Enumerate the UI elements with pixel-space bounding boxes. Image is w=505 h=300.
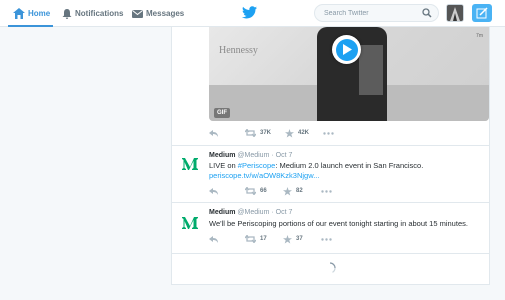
more-icon bbox=[321, 189, 332, 193]
tweet: Medium @Medium · Oct 7 LIVE on #Periscop… bbox=[172, 148, 489, 203]
author-name[interactable]: Medium bbox=[209, 152, 235, 159]
more-button[interactable] bbox=[321, 237, 336, 241]
tweet-text: LIVE on #Periscope: Medium 2.0 launch ev… bbox=[209, 161, 483, 181]
like-count: 82 bbox=[296, 188, 303, 194]
retweet-icon bbox=[245, 129, 256, 137]
retweet-icon bbox=[245, 187, 256, 195]
timeline: Hennessy 7m GIF 37K 42K Medium @Medium ·… bbox=[171, 27, 490, 285]
nav-home[interactable]: Home bbox=[13, 0, 50, 27]
medium-logo-icon bbox=[182, 217, 198, 229]
url-link[interactable]: periscope.tv/w/aOW8Kzk3Njgw... bbox=[209, 171, 319, 180]
retweet-button[interactable]: 37K bbox=[245, 129, 285, 137]
star-icon bbox=[285, 128, 294, 138]
active-tab-indicator bbox=[8, 25, 53, 27]
retweet-icon bbox=[245, 235, 256, 243]
tweet-header: Medium @Medium · Oct 7 bbox=[209, 209, 292, 216]
star-icon bbox=[283, 234, 292, 244]
like-button[interactable]: 37 bbox=[283, 234, 321, 244]
author-handle[interactable]: @Medium bbox=[237, 152, 269, 159]
tweet-date[interactable]: Oct 7 bbox=[276, 209, 293, 216]
retweet-count: 66 bbox=[260, 188, 267, 194]
tweet-header: Medium @Medium · Oct 7 bbox=[209, 152, 292, 159]
like-button[interactable]: 82 bbox=[283, 186, 321, 196]
tweet-text-part: LIVE on bbox=[209, 161, 238, 170]
tweet-actions: 37K 42K bbox=[209, 128, 338, 138]
twitter-bird-icon[interactable] bbox=[242, 6, 257, 19]
nav-home-label: Home bbox=[28, 9, 51, 18]
author-handle[interactable]: @Medium bbox=[237, 209, 269, 216]
more-icon bbox=[323, 131, 334, 135]
nav-notifications[interactable]: Notifications bbox=[62, 0, 123, 27]
retweet-count: 37K bbox=[260, 130, 272, 136]
reply-icon bbox=[209, 129, 218, 137]
bell-icon bbox=[62, 8, 72, 19]
retweet-button[interactable]: 66 bbox=[245, 187, 283, 195]
compose-icon bbox=[476, 7, 488, 19]
tweet-actions: 66 82 bbox=[209, 186, 336, 196]
more-button[interactable] bbox=[323, 131, 338, 135]
tweet-date[interactable]: Oct 7 bbox=[276, 152, 293, 159]
play-icon bbox=[342, 44, 352, 55]
tweet: Hennessy 7m GIF 37K 42K bbox=[172, 27, 489, 146]
reply-button[interactable] bbox=[209, 235, 245, 243]
like-button[interactable]: 42K bbox=[285, 128, 323, 138]
author-name[interactable]: Medium bbox=[209, 209, 235, 216]
tweet-text-part: : Medium 2.0 launch event in San Francis… bbox=[275, 161, 424, 170]
search-icon[interactable] bbox=[422, 8, 432, 18]
search-input[interactable] bbox=[324, 9, 424, 17]
reply-icon bbox=[209, 235, 218, 243]
more-button[interactable] bbox=[321, 189, 336, 193]
tweet-text: We'll be Periscoping portions of our eve… bbox=[209, 219, 468, 228]
home-icon bbox=[13, 8, 25, 19]
play-button-inner bbox=[335, 38, 358, 61]
media-corner-tag: 7m bbox=[476, 33, 483, 39]
reply-button[interactable] bbox=[209, 187, 245, 195]
tweet: Medium @Medium · Oct 7 We'll be Periscop… bbox=[172, 204, 489, 254]
user-avatar[interactable] bbox=[446, 4, 464, 22]
reply-button[interactable] bbox=[209, 129, 245, 137]
like-count: 37 bbox=[296, 236, 303, 242]
nav-messages[interactable]: Messages bbox=[132, 0, 184, 27]
hashtag-link[interactable]: #Periscope bbox=[238, 161, 276, 170]
play-button[interactable] bbox=[332, 35, 361, 64]
avatar-image bbox=[447, 5, 463, 21]
loading-spinner-icon bbox=[329, 262, 336, 273]
media-figure-detail bbox=[359, 45, 383, 95]
tweet-avatar[interactable] bbox=[181, 155, 199, 173]
tweet-media-gif[interactable]: Hennessy 7m GIF bbox=[209, 27, 489, 121]
media-overlay-text: Hennessy bbox=[219, 45, 258, 56]
reply-icon bbox=[209, 187, 218, 195]
tweet-avatar[interactable] bbox=[181, 214, 199, 232]
retweet-button[interactable]: 17 bbox=[245, 235, 283, 243]
medium-logo-icon bbox=[182, 158, 198, 170]
gif-badge: GIF bbox=[214, 108, 230, 118]
nav-messages-label: Messages bbox=[146, 9, 185, 18]
retweet-count: 17 bbox=[260, 236, 267, 242]
tweet-actions: 17 37 bbox=[209, 234, 336, 244]
star-icon bbox=[283, 186, 292, 196]
search-box bbox=[314, 4, 439, 22]
compose-tweet-button[interactable] bbox=[472, 4, 492, 22]
top-navigation-bar: Home Notifications Messages bbox=[0, 0, 505, 27]
nav-notifications-label: Notifications bbox=[75, 9, 124, 18]
like-count: 42K bbox=[298, 130, 310, 136]
envelope-icon bbox=[132, 9, 143, 18]
more-icon bbox=[321, 237, 332, 241]
